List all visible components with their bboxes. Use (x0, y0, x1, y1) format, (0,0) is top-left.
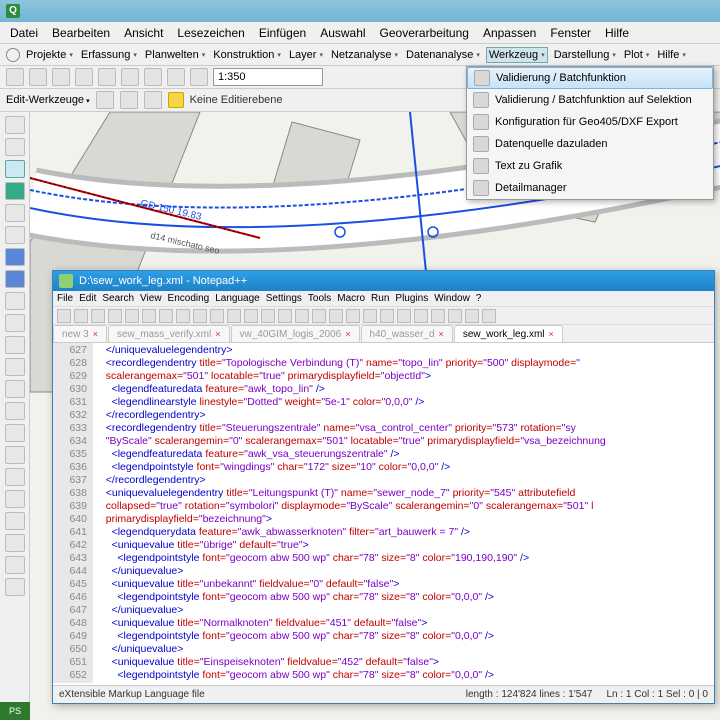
globe-icon[interactable] (5, 182, 25, 200)
menu-bearbeiten[interactable]: Bearbeiten (52, 26, 110, 40)
menu-item-icon (473, 180, 489, 196)
copy-icon[interactable] (121, 68, 139, 86)
menu-item[interactable]: Detailmanager (467, 177, 713, 199)
edit-icon[interactable] (120, 91, 138, 109)
zoom-in-icon[interactable] (5, 116, 25, 134)
status-lang: eXtensible Markup Language file (59, 689, 205, 700)
code-source[interactable]: </uniquevaluelegendentry> <recordlegende… (93, 343, 714, 683)
menu-item-icon (473, 136, 489, 152)
editor-tab[interactable]: h40_wasser_d× (361, 325, 453, 342)
menu-datei[interactable]: Datei (10, 26, 38, 40)
t2-icon[interactable] (5, 534, 25, 552)
tool-a-icon[interactable] (5, 314, 25, 332)
arrow-icon[interactable] (5, 358, 25, 376)
domain-werkzeug[interactable]: Werkzeug (486, 47, 548, 63)
menu-item[interactable]: Konfiguration für Geo405/DXF Export (467, 111, 713, 133)
domain-erfassung[interactable]: Erfassung (79, 48, 139, 62)
info-icon[interactable] (5, 424, 25, 442)
no-edit-layer-label: Keine Editierebene (190, 94, 283, 106)
domain-hilfe[interactable]: Hilfe (655, 48, 688, 62)
edit-tools-label[interactable]: Edit-Werkzeuge (6, 94, 90, 106)
menu-einfügen[interactable]: Einfügen (259, 26, 306, 40)
status-pos: Ln : 1 Col : 1 Sel : 0 | 0 (606, 689, 708, 700)
binoc-icon[interactable] (5, 468, 25, 486)
open-icon[interactable] (29, 68, 47, 86)
notepad-window[interactable]: D:\sew_work_leg.xml - Notepad++ FileEdit… (52, 270, 715, 704)
menu-anpassen[interactable]: Anpassen (483, 26, 536, 40)
undo-icon[interactable] (167, 68, 185, 86)
menu-item[interactable]: Datenquelle dazuladen (467, 133, 713, 155)
notepad-icon (59, 274, 73, 288)
menu-item-icon (473, 114, 489, 130)
domain-konstruktion[interactable]: Konstruktion (211, 48, 283, 62)
domain-toolbar[interactable]: Projekte Erfassung Planwelten Konstruktion L… (0, 44, 720, 66)
notepad-status: eXtensible Markup Language file length :… (53, 685, 714, 703)
back-icon[interactable] (5, 248, 25, 266)
fwd-icon[interactable] (5, 270, 25, 288)
paste-icon[interactable] (144, 68, 162, 86)
poly-icon[interactable] (96, 91, 114, 109)
domain-layer[interactable]: Layer (287, 48, 325, 62)
domain-projekte[interactable]: Projekte (24, 48, 75, 62)
domain-datenanalyse[interactable]: Datenanalyse (404, 48, 482, 62)
notepad-tabs[interactable]: new 3×sew_mass_verify.xml×vw_40GIM_logis… (53, 325, 714, 343)
new-icon[interactable] (6, 68, 24, 86)
domain-darstellung[interactable]: Darstellung (552, 48, 618, 62)
taskbar-ps-icon[interactable]: PS (0, 702, 30, 720)
notepad-titlebar[interactable]: D:\sew_work_leg.xml - Notepad++ (53, 271, 714, 291)
warning-icon (168, 92, 184, 108)
app-icon: Q (6, 4, 20, 18)
menu-geoverarbeitung[interactable]: Geoverarbeitung (380, 26, 469, 40)
print-icon[interactable] (75, 68, 93, 86)
t1-icon[interactable] (5, 512, 25, 530)
t3-icon[interactable] (5, 556, 25, 574)
editor-tab[interactable]: sew_mass_verify.xml× (108, 325, 230, 342)
pen-icon[interactable] (5, 380, 25, 398)
zoom-out-icon[interactable] (5, 138, 25, 156)
status-length: length : 124'824 lines : 1'547 (466, 689, 593, 700)
menu-item[interactable]: Validierung / Batchfunktion auf Selektio… (467, 89, 713, 111)
menu-ansicht[interactable]: Ansicht (124, 26, 163, 40)
code-area[interactable]: 627 628 629 630 631 632 633 634 635 636 … (53, 343, 714, 683)
notepad-menubar[interactable]: FileEditSearchViewEncodingLanguageSettin… (53, 291, 714, 307)
tool-b-icon[interactable] (5, 336, 25, 354)
menu-item-icon (473, 92, 489, 108)
werkzeug-menu[interactable]: Validierung / BatchfunktionValidierung /… (466, 66, 714, 200)
cut-icon[interactable] (98, 68, 116, 86)
extent-out-icon[interactable] (5, 226, 25, 244)
link-icon[interactable] (5, 490, 25, 508)
save-icon[interactable] (52, 68, 70, 86)
notepad-toolbar[interactable] (53, 307, 714, 325)
domain-netzanalyse[interactable]: Netzanalyse (329, 48, 400, 62)
pan-icon[interactable] (5, 160, 25, 178)
menu-item-icon (474, 70, 490, 86)
node-icon[interactable] (5, 402, 25, 420)
menu-hilfe[interactable]: Hilfe (605, 26, 629, 40)
find-icon[interactable] (5, 446, 25, 464)
editor-tab[interactable]: sew_work_leg.xml× (454, 325, 563, 342)
notepad-title: D:\sew_work_leg.xml - Notepad++ (79, 275, 247, 287)
line-icon[interactable] (144, 91, 162, 109)
menu-auswahl[interactable]: Auswahl (320, 26, 365, 40)
menu-item[interactable]: Validierung / Batchfunktion (467, 67, 713, 89)
menubar[interactable]: Datei Bearbeiten Ansicht Lesezeichen Einfüge… (0, 22, 720, 44)
extent-in-icon[interactable] (5, 204, 25, 222)
app-titlebar: Q (0, 0, 720, 22)
menu-fenster[interactable]: Fenster (550, 26, 591, 40)
scale-combo[interactable]: 1:350 (213, 68, 323, 86)
editor-tab[interactable]: new 3× (53, 325, 107, 342)
domain-planwelten[interactable]: Planwelten (143, 48, 207, 62)
domain-plot[interactable]: Plot (622, 48, 651, 62)
menu-item[interactable]: Text zu Grafik (467, 155, 713, 177)
menu-item-icon (473, 158, 489, 174)
side-toolbar[interactable] (0, 112, 30, 720)
menu-lesezeichen[interactable]: Lesezeichen (177, 26, 244, 40)
t4-icon[interactable] (5, 578, 25, 596)
redo-icon[interactable] (190, 68, 208, 86)
select-icon[interactable] (5, 292, 25, 310)
line-gutter: 627 628 629 630 631 632 633 634 635 636 … (53, 343, 93, 683)
editor-tab[interactable]: vw_40GIM_logis_2006× (231, 325, 360, 342)
